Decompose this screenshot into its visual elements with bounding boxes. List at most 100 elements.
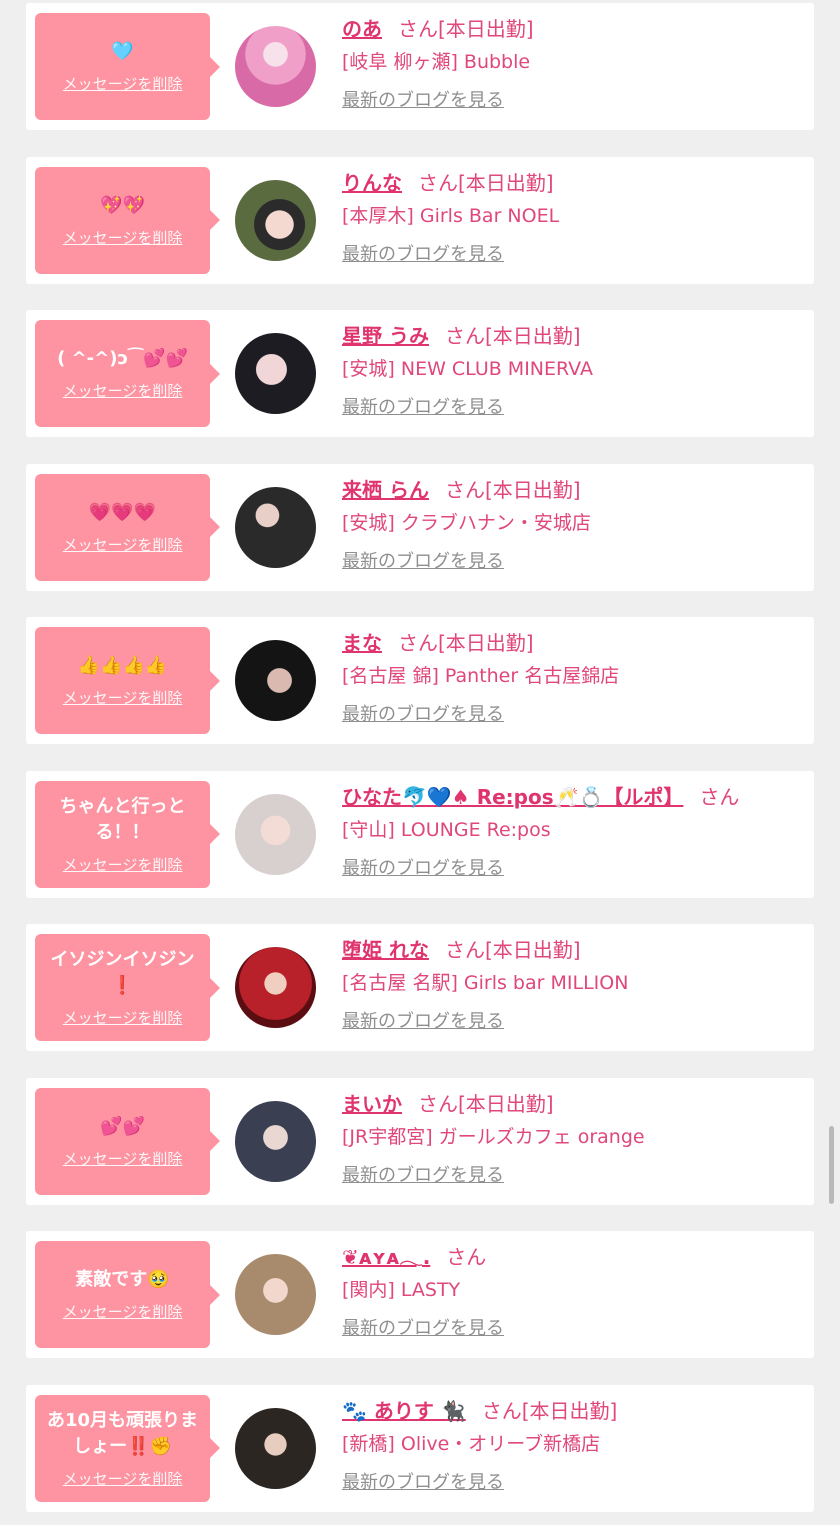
status-badge: [本日出勤] xyxy=(458,1091,554,1116)
delete-message-link[interactable]: メッセージを削除 xyxy=(63,1468,183,1489)
latest-blog-link[interactable]: 最新のブログを見る xyxy=(342,243,804,267)
san-label: さん xyxy=(444,324,485,348)
latest-blog-link[interactable]: 最新のブログを見る xyxy=(342,396,804,420)
cast-name-link[interactable]: まな xyxy=(342,631,382,655)
san-label: さん xyxy=(446,1245,487,1269)
message-bubble: 💖💖 メッセージを削除 xyxy=(35,166,220,274)
shop-label: [岐阜 柳ヶ瀬] Bubble xyxy=(342,51,531,73)
message-bubble: 素敵です🥹 メッセージを削除 xyxy=(35,1241,220,1348)
shop-label: [守山] LOUNGE Re:pos xyxy=(342,818,551,841)
shop-label: [JR宇都宮] ガールズカフェ orange xyxy=(342,1125,645,1148)
san-label: さん xyxy=(444,938,485,962)
latest-blog-link[interactable]: 最新のブログを見る xyxy=(342,1164,804,1188)
shop-label: [安城] クラブハナン・安城店 xyxy=(342,511,591,534)
status-badge: [本日出勤] xyxy=(438,631,534,655)
delete-message-link[interactable]: メッセージを削除 xyxy=(63,1301,183,1322)
san-label: さん xyxy=(418,170,458,195)
message-card: あ10月も頑張りましょー‼️✊ メッセージを削除 🐾 ありす 🐈‍⬛ さん[本日出… xyxy=(26,1384,814,1512)
shop-label: [新橋] Olive・オリーブ新橋店 xyxy=(342,1432,601,1455)
delete-message-link[interactable]: メッセージを削除 xyxy=(63,73,183,94)
shop-label: [名古屋 錦] Panther 名古屋錦店 xyxy=(342,665,620,687)
message-text: ( ^-^)ɔ⁀💕💕 xyxy=(57,348,188,369)
delete-message-link[interactable]: メッセージを削除 xyxy=(63,687,183,708)
message-card: 素敵です🥹 メッセージを削除 ❦ᴀʏᴀ𓂃. さん [関内] LASTY 最新のブロ… xyxy=(26,1231,814,1358)
avatar[interactable] xyxy=(235,793,316,875)
delete-message-link[interactable]: メッセージを削除 xyxy=(63,534,183,555)
latest-blog-link[interactable]: 最新のブログを見る xyxy=(342,857,804,881)
message-text: 素敵です🥹 xyxy=(75,1269,170,1290)
message-card: 💖💖 メッセージを削除 りんな さん[本日出勤] [本厚木] Girls Bar … xyxy=(26,156,814,284)
message-card: 👍👍👍👍 メッセージを削除 まな さん[本日出勤] [名古屋 錦] Panther… xyxy=(26,617,814,744)
message-bubble: 🩵 メッセージを削除 xyxy=(35,13,220,120)
message-bubble: 💗💗💗 メッセージを削除 xyxy=(35,473,220,581)
cast-name-link[interactable]: ひなた🐬💙♠ Re:pos🥂💍【ルポ】 xyxy=(342,785,683,809)
avatar[interactable] xyxy=(235,26,316,107)
avatar[interactable] xyxy=(235,179,316,261)
cast-name-link[interactable]: 来栖 らん xyxy=(342,478,429,502)
cast-name-link[interactable]: まいか xyxy=(342,1092,402,1116)
message-text: 🩵 xyxy=(111,41,134,62)
message-card: 💗💗💗 メッセージを削除 来栖 らん さん[本日出勤] [安城] クラブハナン・安… xyxy=(26,463,814,591)
avatar[interactable] xyxy=(235,640,316,721)
message-card: イソジンイソジン❗ メッセージを削除 堕姫 れな さん[本日出勤] [名古屋 名駅… xyxy=(26,924,814,1051)
avatar[interactable] xyxy=(235,947,316,1028)
message-bubble: ( ^-^)ɔ⁀💕💕 メッセージを削除 xyxy=(35,320,220,427)
message-text: 💗💗💗 xyxy=(88,501,157,523)
avatar[interactable] xyxy=(235,1254,316,1335)
status-badge: [本日出勤] xyxy=(458,170,554,195)
shop-label: [安城] NEW CLUB MINERVA xyxy=(342,358,593,380)
shop-label: [名古屋 名駅] Girls bar MILLION xyxy=(342,972,629,994)
shop-label: [本厚木] Girls Bar NOEL xyxy=(342,204,560,227)
san-label: さん xyxy=(418,1091,458,1116)
cast-name-link[interactable]: ❦ᴀʏᴀ𓂃. xyxy=(342,1245,430,1269)
cast-name-link[interactable]: りんな xyxy=(342,171,402,195)
avatar[interactable] xyxy=(235,486,316,568)
message-bubble: あ10月も頑張りましょー‼️✊ メッセージを削除 xyxy=(35,1394,220,1502)
latest-blog-link[interactable]: 最新のブログを見る xyxy=(342,1317,804,1341)
san-label: さん xyxy=(444,477,485,502)
message-card: 💕💕 メッセージを削除 まいか さん[本日出勤] [JR宇都宮] ガールズカフェ … xyxy=(26,1077,814,1205)
delete-message-link[interactable]: メッセージを削除 xyxy=(63,380,183,401)
avatar[interactable] xyxy=(235,1407,316,1489)
scrollbar[interactable] xyxy=(829,1126,834,1204)
message-card: 🩵 メッセージを削除 のあ さん[本日出勤] [岐阜 柳ヶ瀬] Bubble 最新… xyxy=(26,3,814,130)
cast-name-link[interactable]: 🐾 ありす 🐈‍⬛ xyxy=(342,1399,466,1423)
latest-blog-link[interactable]: 最新のブログを見る xyxy=(342,550,804,574)
status-badge: [本日出勤] xyxy=(484,324,581,348)
latest-blog-link[interactable]: 最新のブログを見る xyxy=(342,703,804,727)
delete-message-link[interactable]: メッセージを削除 xyxy=(63,854,183,875)
message-text: 👍👍👍👍 xyxy=(77,655,168,676)
message-card: ちゃんと行っとる！！ メッセージを削除 ひなた🐬💙♠ Re:pos🥂💍【ルポ】さ… xyxy=(26,770,814,898)
message-text: ちゃんと行っとる！！ xyxy=(59,795,186,843)
latest-blog-link[interactable]: 最新のブログを見る xyxy=(342,1010,804,1034)
message-bubble: 👍👍👍👍 メッセージを削除 xyxy=(35,627,220,734)
status-badge: [本日出勤] xyxy=(438,17,534,41)
san-label: さん xyxy=(398,17,438,41)
cast-name-link[interactable]: 星野 うみ xyxy=(342,324,429,348)
message-bubble: ちゃんと行っとる！！ メッセージを削除 xyxy=(35,780,220,888)
san-label: さん xyxy=(481,1398,522,1423)
san-label: さん xyxy=(398,631,438,655)
latest-blog-link[interactable]: 最新のブログを見る xyxy=(342,89,804,113)
latest-blog-link[interactable]: 最新のブログを見る xyxy=(342,1471,804,1495)
shop-label: [関内] LASTY xyxy=(342,1279,461,1301)
cast-name-link[interactable]: のあ xyxy=(342,17,382,41)
status-badge: [本日出勤] xyxy=(484,477,581,502)
status-badge: [本日出勤] xyxy=(521,1398,618,1423)
san-label: さん xyxy=(699,784,740,809)
message-bubble: イソジンイソジン❗ メッセージを削除 xyxy=(35,934,220,1041)
message-text: イソジンイソジン❗ xyxy=(50,949,195,996)
delete-message-link[interactable]: メッセージを削除 xyxy=(63,227,183,248)
message-list: 🩵 メッセージを削除 のあ さん[本日出勤] [岐阜 柳ヶ瀬] Bubble 最新… xyxy=(26,3,814,1525)
message-card: ( ^-^)ɔ⁀💕💕 メッセージを削除 星野 うみ さん[本日出勤] [安城] N… xyxy=(26,310,814,437)
avatar[interactable] xyxy=(235,333,316,414)
delete-message-link[interactable]: メッセージを削除 xyxy=(63,1007,183,1028)
message-text: 💖💖 xyxy=(100,194,145,216)
message-text: あ10月も頑張りましょー‼️✊ xyxy=(46,1409,199,1457)
message-bubble: 💕💕 メッセージを削除 xyxy=(35,1087,220,1195)
avatar[interactable] xyxy=(235,1100,316,1182)
delete-message-link[interactable]: メッセージを削除 xyxy=(63,1148,183,1169)
status-badge: [本日出勤] xyxy=(484,938,581,962)
message-text: 💕💕 xyxy=(100,1115,145,1137)
cast-name-link[interactable]: 堕姫 れな xyxy=(342,938,429,962)
